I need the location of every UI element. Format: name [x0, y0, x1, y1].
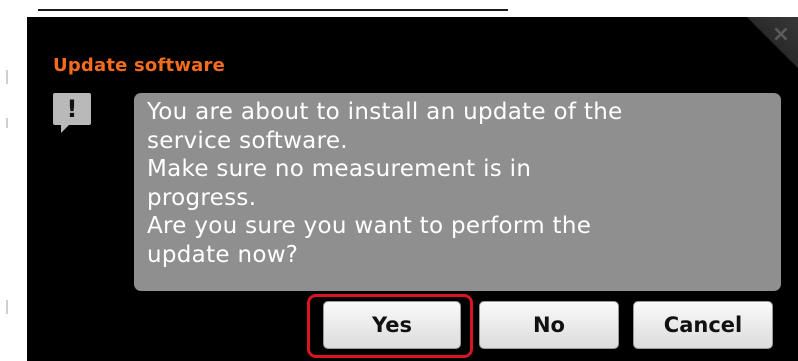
message-line: update now?	[147, 241, 299, 268]
page: × Update software ! You are about to ins…	[0, 0, 798, 361]
message-line: You are about to install an update of th…	[147, 99, 623, 125]
scan-mark	[6, 300, 8, 314]
warning-exclamation-icon: !	[53, 93, 91, 135]
scan-top-line	[38, 9, 508, 11]
message-line: service software.	[147, 127, 348, 154]
dialog-title: Update software	[53, 55, 225, 76]
no-button[interactable]: No	[479, 301, 619, 349]
warning-icon-glyph: !	[53, 93, 91, 125]
scan-mark	[6, 118, 8, 128]
button-row: Yes No Cancel	[27, 301, 798, 351]
warning-icon-tail	[61, 124, 70, 133]
scan-mark	[6, 70, 8, 84]
message-line: progress.	[147, 184, 257, 211]
message-box: You are about to install an update of th…	[134, 93, 781, 291]
update-software-dialog: × Update software ! You are about to ins…	[27, 17, 798, 361]
yes-button[interactable]: Yes	[323, 301, 461, 349]
message-line: Make sure no measurement is in	[147, 156, 532, 182]
close-icon[interactable]: ×	[768, 22, 794, 48]
message-line: Are you sure you want to perform the	[147, 213, 592, 239]
cancel-button[interactable]: Cancel	[633, 301, 773, 349]
